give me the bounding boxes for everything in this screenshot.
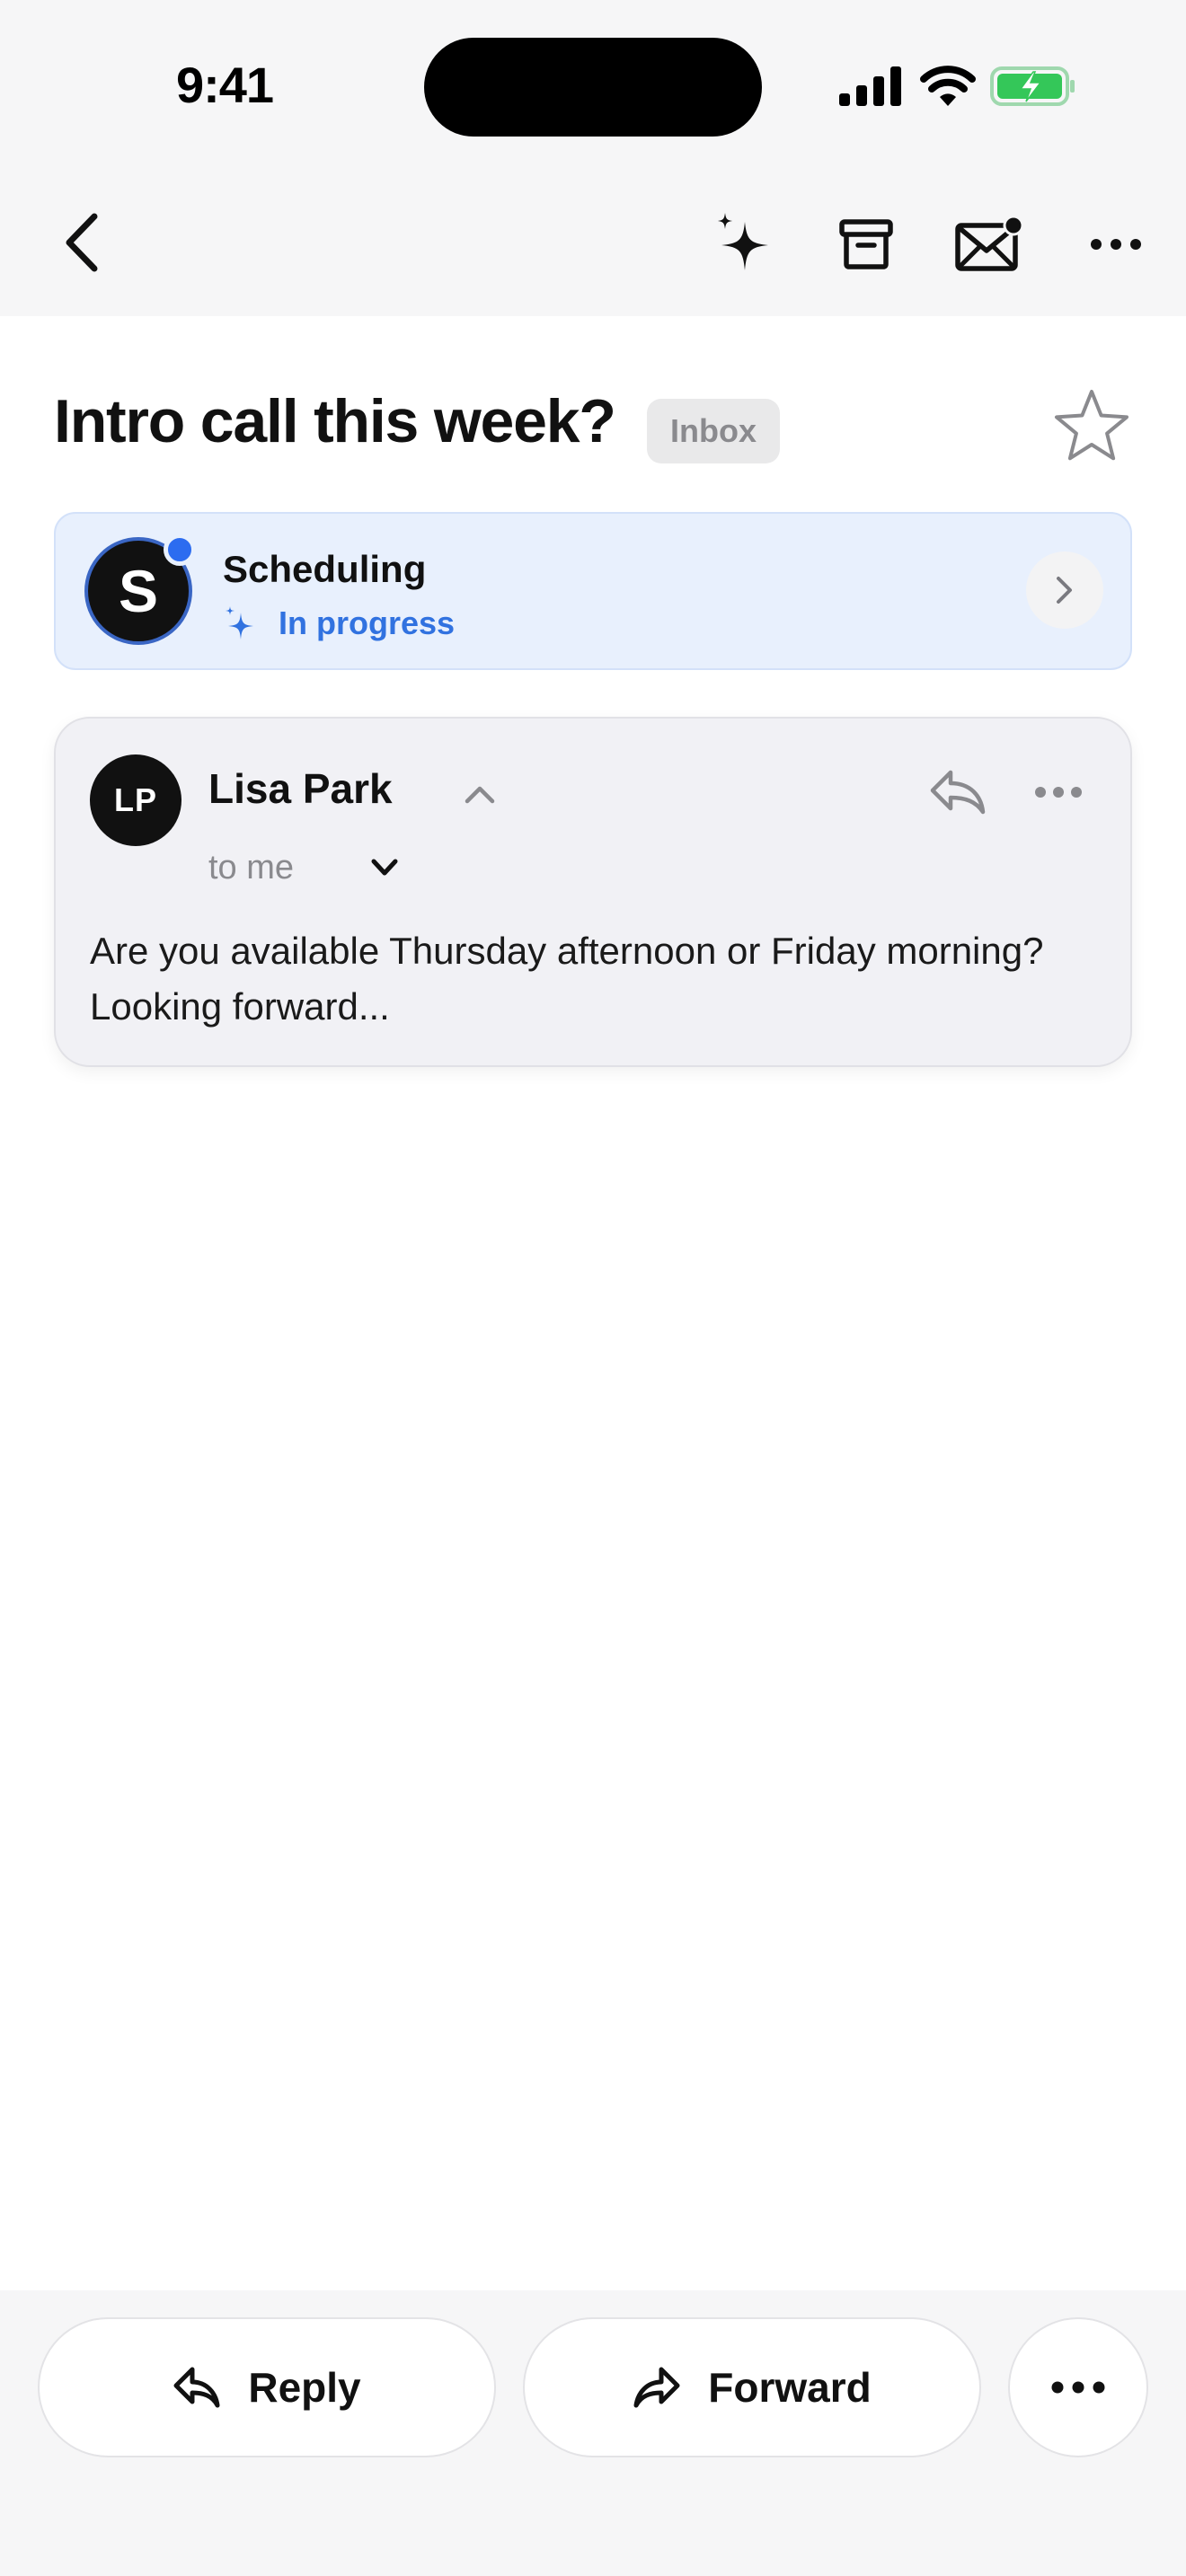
reply-button[interactable]: Reply — [38, 2317, 496, 2457]
signal-icon — [839, 66, 901, 106]
message-more-icon[interactable] — [1024, 758, 1093, 826]
scheduling-card[interactable]: S Scheduling In progress — [54, 512, 1132, 670]
status-time: 9:41 — [175, 57, 274, 113]
reply-label: Reply — [248, 2364, 361, 2411]
sparkle-icon — [718, 213, 768, 270]
scheduling-title: Scheduling — [223, 548, 427, 590]
folder-badge[interactable]: Inbox — [647, 399, 780, 463]
ai-assist-button[interactable] — [701, 201, 783, 284]
wifi-icon — [920, 66, 976, 106]
recipient-label[interactable]: to me — [208, 846, 294, 889]
more-icon — [1091, 239, 1141, 250]
chevron-right-icon — [1057, 577, 1072, 604]
email-subject: Intro call this week? — [54, 387, 616, 455]
battery-charging-icon — [990, 66, 1075, 106]
back-button[interactable] — [47, 203, 115, 282]
forward-button[interactable]: Forward — [523, 2317, 981, 2457]
open-scheduling-button[interactable] — [1026, 551, 1103, 629]
unread-mail-icon — [955, 215, 1024, 271]
star-button[interactable] — [1049, 384, 1134, 469]
star-icon — [1055, 390, 1128, 461]
more-options-button[interactable] — [1075, 203, 1157, 286]
forward-label: Forward — [708, 2364, 872, 2411]
reply-icon — [173, 2367, 220, 2408]
archive-icon — [839, 219, 893, 269]
sender-avatar: LP — [90, 754, 181, 846]
chevron-up-icon[interactable] — [458, 772, 501, 816]
mark-unread-button[interactable] — [949, 203, 1031, 286]
scheduling-status-row: In progress — [223, 604, 455, 643]
reply-icon[interactable] — [924, 758, 992, 826]
forward-icon — [633, 2367, 680, 2408]
scheduling-status: In progress — [279, 604, 456, 641]
chevron-down-icon[interactable] — [367, 850, 403, 886]
dynamic-island — [424, 38, 762, 137]
sender-name[interactable]: Lisa Park — [208, 763, 393, 814]
active-indicator-dot — [164, 534, 196, 566]
more-actions-button[interactable] — [1008, 2317, 1148, 2457]
archive-button[interactable] — [825, 203, 907, 286]
message-preview: Are you available Thursday afternoon or … — [90, 930, 1044, 1028]
message-card[interactable]: LP Lisa Park to me Are you available Thu… — [54, 717, 1132, 1067]
back-chevron-icon — [66, 213, 98, 272]
more-icon — [1051, 2381, 1105, 2394]
sparkle-icon — [226, 606, 253, 640]
